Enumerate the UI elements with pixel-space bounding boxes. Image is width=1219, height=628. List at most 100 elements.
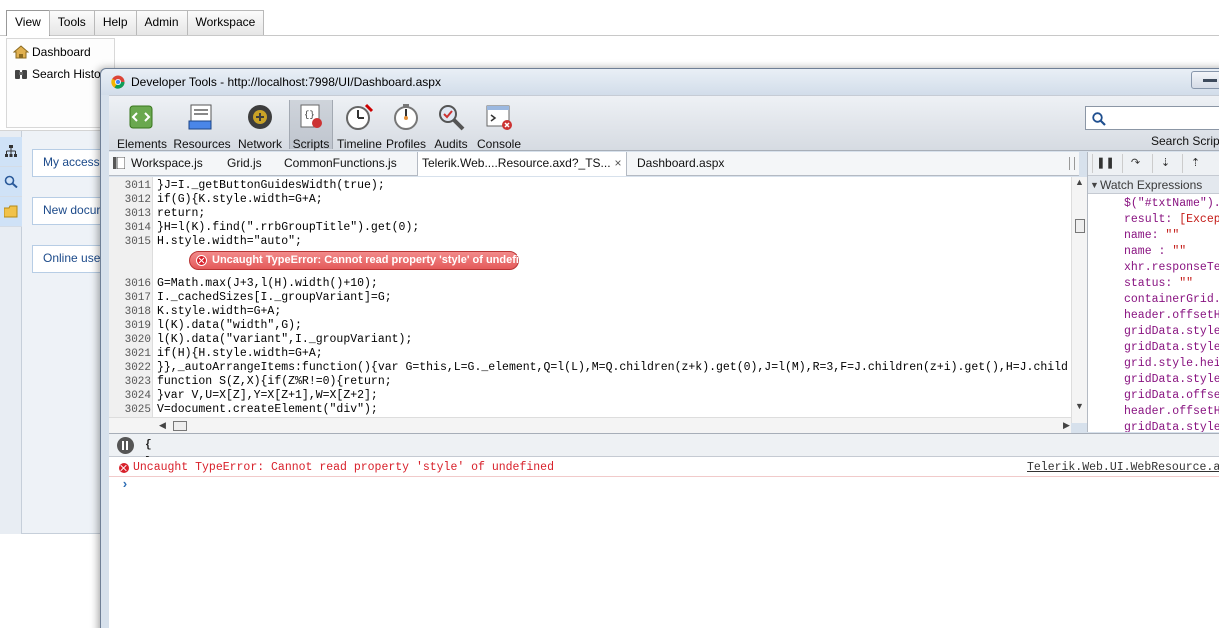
code-text: I._cachedSizes[I._groupVariant]=G; — [157, 291, 392, 304]
pretty-print-button[interactable]: { } — [145, 437, 162, 468]
scroll-left-arrow-icon[interactable]: ◀ — [159, 420, 166, 431]
step-into-button[interactable]: ⇣ — [1152, 154, 1178, 173]
console-prompt-icon[interactable]: › — [121, 477, 129, 492]
tab-dashboard-aspx[interactable]: Dashboard.aspx — [637, 152, 724, 176]
watch-expression[interactable]: gridData.style — [1124, 340, 1219, 356]
minimize-button[interactable] — [1191, 71, 1219, 89]
line-number[interactable]: 3019 — [109, 319, 151, 333]
line-number[interactable]: 3018 — [109, 305, 151, 319]
line-number[interactable]: 3025 — [109, 403, 151, 417]
watch-expression-name: containerGrid. — [1124, 293, 1219, 306]
line-number[interactable]: 3013 — [109, 207, 151, 221]
watch-expression[interactable]: header.offsetH — [1124, 404, 1219, 420]
watch-expressions-header[interactable]: ▼ Watch Expressions — [1088, 176, 1219, 194]
scroll-up-arrow-icon[interactable]: ▲ — [1075, 177, 1084, 187]
inline-error-text: Uncaught TypeError: Cannot read property… — [212, 254, 539, 266]
hscroll-thumb[interactable] — [173, 421, 187, 431]
menu-help[interactable]: Help — [93, 10, 137, 35]
ribbon-search-history[interactable]: Search Histor — [13, 67, 105, 81]
watch-expression[interactable]: name: "" — [1124, 228, 1179, 244]
left-tab-org[interactable] — [0, 137, 22, 167]
line-number[interactable]: 3020 — [109, 333, 151, 347]
file-list-icon[interactable] — [113, 157, 125, 169]
tab-telerik-resource[interactable]: Telerik.Web....Resource.axd?_TS... × — [417, 152, 627, 176]
line-number[interactable]: 3021 — [109, 347, 151, 361]
search-input[interactable] — [1085, 106, 1219, 130]
scroll-thumb[interactable] — [1075, 219, 1085, 233]
code-text: l(K).data("width",G); — [157, 319, 302, 332]
watch-expression[interactable]: $("#txtName"). — [1124, 196, 1219, 212]
tool-resources[interactable]: Resources — [173, 100, 231, 151]
network-icon — [248, 105, 272, 129]
scroll-down-arrow-icon[interactable]: ▼ — [1075, 401, 1084, 411]
menu-view[interactable]: View — [6, 10, 50, 36]
search-icon — [1092, 112, 1106, 126]
elements-icon — [129, 105, 153, 129]
menu-workspace[interactable]: Workspace — [186, 10, 265, 35]
tool-console-label: Console — [476, 137, 522, 151]
step-out-button[interactable]: ⇡ — [1182, 154, 1208, 173]
line-number[interactable]: 3011 — [109, 179, 151, 193]
console-icon — [486, 105, 512, 130]
tool-profiles-label: Profiles — [385, 137, 426, 151]
watch-expression[interactable]: gridData.offse — [1124, 388, 1219, 404]
left-tab-folder[interactable] — [0, 197, 22, 227]
code-text: K.style.width=G+A; — [157, 305, 282, 318]
close-tab-icon[interactable]: × — [615, 152, 622, 175]
tool-network[interactable]: Network — [235, 100, 285, 151]
line-number[interactable]: 3024 — [109, 389, 151, 403]
line-number[interactable]: 3023 — [109, 375, 151, 389]
watch-expression-value: "" — [1179, 277, 1194, 290]
watch-expression[interactable]: gridData.style — [1124, 420, 1219, 432]
watch-expression[interactable]: name : "" — [1124, 244, 1186, 260]
console-error-source-link[interactable]: Telerik.Web.UI.WebResource.a — [1027, 459, 1219, 477]
tool-elements[interactable]: Elements — [115, 100, 169, 151]
app-menu: View Tools Help Admin Workspace — [6, 10, 265, 36]
home-icon — [13, 45, 29, 59]
ribbon-dashboard[interactable]: Dashboard — [13, 45, 91, 59]
tool-timeline[interactable]: Timeline — [337, 100, 382, 151]
devtools-window: Developer Tools - http://localhost:7998/… — [100, 68, 1219, 628]
code-editor[interactable]: 3011}J=I._getButtonGuidesWidth(true); 301… — [109, 177, 1071, 423]
console-panel[interactable]: Uncaught TypeError: Cannot read property… — [109, 457, 1219, 628]
code-horizontal-scrollbar[interactable]: ◀ ▶ — [109, 417, 1071, 433]
tool-audits[interactable]: Audits — [431, 100, 471, 151]
line-number[interactable]: 3014 — [109, 221, 151, 235]
watch-expression[interactable]: result: [Excep — [1124, 212, 1219, 228]
watch-expression[interactable]: gridData.style — [1124, 372, 1219, 388]
scroll-right-arrow-icon[interactable]: ▶ — [1063, 420, 1070, 431]
tab-grid-js[interactable]: Grid.js — [227, 152, 262, 176]
tool-scripts-label: Scripts — [292, 137, 330, 151]
watch-expression[interactable]: status: "" — [1124, 276, 1193, 292]
code-text: return; — [157, 207, 206, 220]
title-bar[interactable]: Developer Tools - http://localhost:7998/… — [101, 69, 1219, 95]
line-number[interactable]: 3022 — [109, 361, 151, 375]
left-tab-search[interactable] — [0, 167, 22, 197]
line-number[interactable]: 3016 — [109, 277, 151, 291]
menu-tools[interactable]: Tools — [48, 10, 95, 35]
code-vertical-scrollbar[interactable]: ▲ ▼ — [1071, 177, 1087, 423]
tool-scripts[interactable]: {} Scripts — [289, 100, 333, 151]
watch-expression[interactable]: gridData.style — [1124, 324, 1219, 340]
watch-expression[interactable]: xhr.responseTe — [1124, 260, 1219, 276]
tab-common-functions-js[interactable]: CommonFunctions.js — [284, 152, 397, 176]
folder-icon — [4, 205, 18, 218]
tool-console[interactable]: Console — [475, 100, 523, 151]
line-number[interactable]: 3017 — [109, 291, 151, 305]
pause-on-exceptions-button[interactable] — [117, 437, 134, 454]
menu-admin[interactable]: Admin — [135, 10, 188, 35]
watch-expression[interactable]: grid.style.hei — [1124, 356, 1219, 372]
tool-audits-label: Audits — [434, 137, 468, 151]
line-number[interactable]: 3012 — [109, 193, 151, 207]
tool-profiles[interactable]: Profiles — [385, 100, 427, 151]
step-over-button[interactable]: ↷ — [1122, 154, 1148, 173]
tabs-overflow-handle[interactable] — [1069, 157, 1075, 170]
pause-button[interactable]: ❚❚ — [1092, 154, 1118, 173]
code-text: G=Math.max(J+3,l(H).width()+10); — [157, 277, 378, 290]
watch-expression[interactable]: header.offsetH — [1124, 308, 1219, 324]
watch-expression[interactable]: containerGrid. — [1124, 292, 1219, 308]
line-number[interactable]: 3015 — [109, 235, 151, 249]
code-text: l(K).data("variant",I._groupVariant); — [157, 333, 413, 346]
tab-workspace-js[interactable]: Workspace.js — [131, 152, 203, 176]
debugger-controls: ❚❚ ↷ ⇣ ⇡ — [1088, 152, 1219, 176]
